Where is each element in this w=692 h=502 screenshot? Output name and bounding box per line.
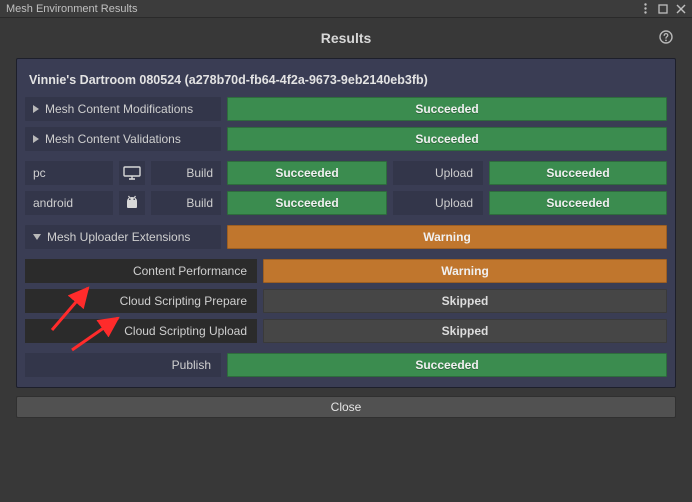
environment-title: Vinnie's Dartroom 080524 (a278b70d-fb64-… xyxy=(25,67,667,97)
row-label-text: Mesh Content Modifications xyxy=(45,102,193,116)
maximize-icon[interactable] xyxy=(656,2,670,16)
upload-label: Upload xyxy=(393,161,483,185)
row-content-vals: Mesh Content Validations Succeeded xyxy=(25,127,667,151)
row-label[interactable]: Mesh Content Validations xyxy=(25,127,221,151)
monitor-icon xyxy=(119,161,145,185)
row-cloud-scripting-prepare: Cloud Scripting Prepare Skipped xyxy=(25,289,667,313)
status-badge[interactable]: Warning xyxy=(227,225,667,249)
status-badge[interactable]: Skipped xyxy=(263,319,667,343)
platform-name: pc xyxy=(25,161,113,185)
results-title: Results xyxy=(321,30,372,46)
build-label: Build xyxy=(151,191,221,215)
status-badge[interactable]: Warning xyxy=(263,259,667,283)
row-publish: Publish Succeeded xyxy=(25,353,667,377)
row-uploader-extensions: Mesh Uploader Extensions Warning xyxy=(25,225,667,249)
chevron-right-icon xyxy=(33,105,39,113)
row-label[interactable]: Cloud Scripting Prepare xyxy=(25,289,257,313)
status-badge[interactable]: Succeeded xyxy=(489,161,667,185)
row-label[interactable]: Content Performance xyxy=(25,259,257,283)
platform-row-pc: pc Build Succeeded Upload Succeeded xyxy=(25,161,667,185)
platform-name: android xyxy=(25,191,113,215)
android-icon xyxy=(119,191,145,215)
row-label[interactable]: Cloud Scripting Upload xyxy=(25,319,257,343)
build-label: Build xyxy=(151,161,221,185)
row-label[interactable]: Mesh Content Modifications xyxy=(25,97,221,121)
status-badge[interactable]: Succeeded xyxy=(227,97,667,121)
environment-guid: (a278b70d-fb64-4f2a-9673-9eb2140eb3fb) xyxy=(185,73,428,87)
close-icon[interactable] xyxy=(674,2,688,16)
platform-row-android: android Build Succeeded Upload Succeeded xyxy=(25,191,667,215)
row-cloud-scripting-upload: Cloud Scripting Upload Skipped xyxy=(25,319,667,343)
close-row: Close xyxy=(16,396,676,418)
status-badge[interactable]: Succeeded xyxy=(227,353,667,377)
status-badge[interactable]: Succeeded xyxy=(227,127,667,151)
close-button[interactable]: Close xyxy=(16,396,676,418)
status-badge[interactable]: Succeeded xyxy=(489,191,667,215)
results-header: Results xyxy=(0,18,692,58)
row-content-mods: Mesh Content Modifications Succeeded xyxy=(25,97,667,121)
row-label-text: Mesh Uploader Extensions xyxy=(47,230,190,244)
publish-label: Publish xyxy=(25,353,221,377)
status-badge[interactable]: Succeeded xyxy=(227,161,387,185)
window-body: Results Vinnie's Dartroom 080524 (a278b7… xyxy=(0,18,692,502)
environment-name: Vinnie's Dartroom 080524 xyxy=(29,73,181,87)
menu-kebab-icon[interactable] xyxy=(638,2,652,16)
row-content-performance: Content Performance Warning xyxy=(25,259,667,283)
results-panel: Vinnie's Dartroom 080524 (a278b70d-fb64-… xyxy=(16,58,676,388)
window-title: Mesh Environment Results xyxy=(6,3,137,15)
titlebar: Mesh Environment Results xyxy=(0,0,692,18)
chevron-down-icon xyxy=(33,234,41,240)
status-badge[interactable]: Skipped xyxy=(263,289,667,313)
row-label-text: Mesh Content Validations xyxy=(45,132,181,146)
status-badge[interactable]: Succeeded xyxy=(227,191,387,215)
chevron-right-icon xyxy=(33,135,39,143)
upload-label: Upload xyxy=(393,191,483,215)
help-icon[interactable] xyxy=(658,29,674,45)
row-label[interactable]: Mesh Uploader Extensions xyxy=(25,225,221,249)
